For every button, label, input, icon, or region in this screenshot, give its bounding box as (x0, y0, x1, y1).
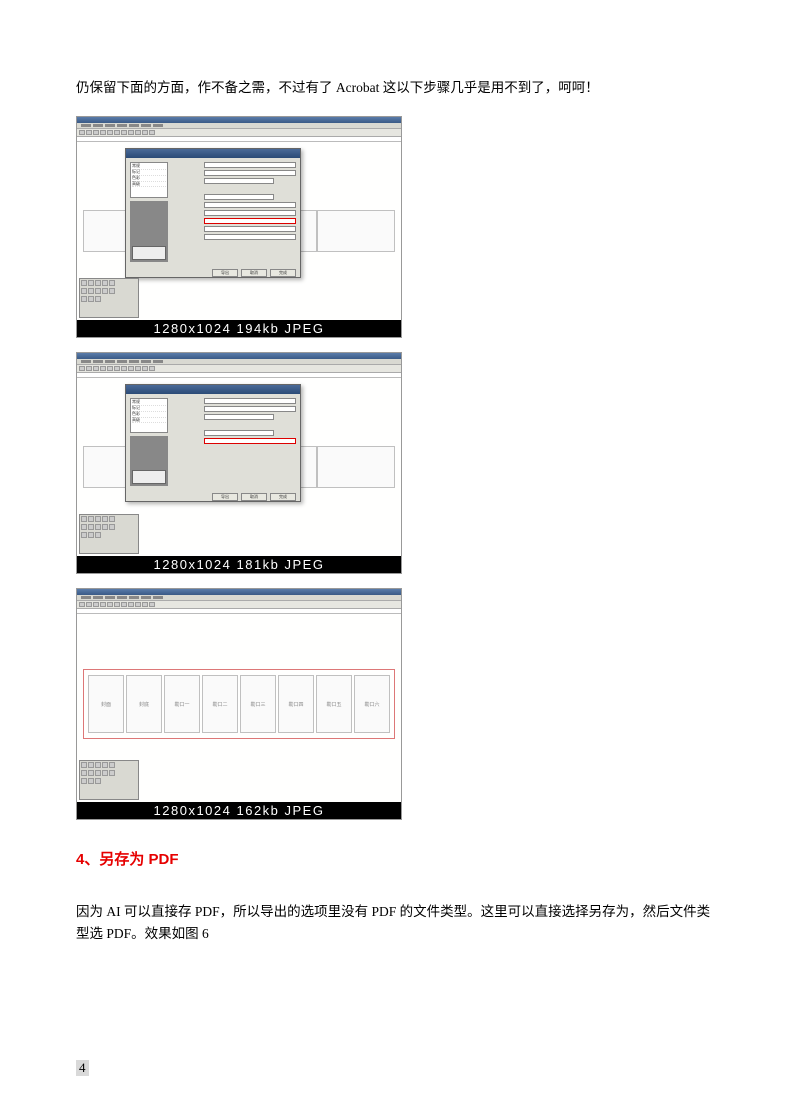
screenshot-3: 封面 封底 勒口一 勒口二 勒口三 勒口四 勒口五 勒口六 1280x1024 … (76, 588, 716, 820)
dialog-export-button: 导出 (212, 269, 238, 277)
screenshot-1-caption: 1280x1024 194kb JPEG (77, 320, 401, 337)
section-heading: 4、另存为 PDF (76, 848, 716, 869)
screenshot-2: 常规标记色彩高级 导出 (76, 352, 716, 574)
dialog-cancel-button: 取消 (241, 269, 267, 277)
screenshot-1: 常规标记色彩高级 (76, 116, 716, 338)
body-paragraph: 因为 AI 可以直接存 PDF，所以导出的选项里没有 PDF 的文件类型。这里可… (76, 901, 716, 944)
page-number: 4 (76, 1060, 89, 1076)
screenshot-2-caption: 1280x1024 181kb JPEG (77, 556, 401, 573)
intro-paragraph: 仍保留下面的方面，作不备之需，不过有了 Acrobat 这以下步骤几乎是用不到了… (76, 78, 716, 98)
screenshot-3-caption: 1280x1024 162kb JPEG (77, 802, 401, 819)
dialog-done-button: 完成 (270, 269, 296, 277)
